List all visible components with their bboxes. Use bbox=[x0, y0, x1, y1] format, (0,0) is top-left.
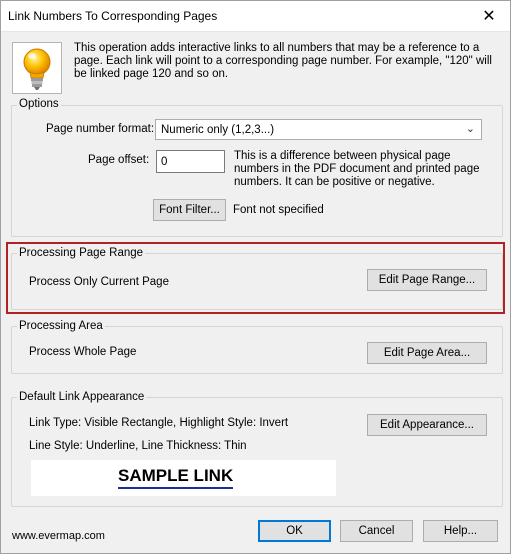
page-offset-help-text: This is a difference between physical pa… bbox=[234, 150, 480, 188]
font-status-text: Font not specified bbox=[233, 204, 324, 216]
lightbulb-icon bbox=[23, 48, 51, 90]
edit-page-area-button[interactable]: Edit Page Area... bbox=[367, 342, 487, 364]
window-title: Link Numbers To Corresponding Pages bbox=[8, 9, 218, 23]
edit-appearance-button[interactable]: Edit Appearance... bbox=[367, 414, 487, 436]
ok-button[interactable]: OK bbox=[258, 520, 331, 542]
options-group-label: Options bbox=[17, 98, 61, 110]
page-number-format-dropdown[interactable]: Numeric only (1,2,3...) ⌄ bbox=[155, 119, 482, 140]
highlight-rectangle bbox=[6, 242, 505, 314]
lightbulb-icon-frame bbox=[12, 42, 62, 94]
website-link[interactable]: www.evermap.com bbox=[12, 530, 105, 542]
title-bar: Link Numbers To Corresponding Pages ✕ bbox=[0, 0, 511, 32]
sample-link-text: SAMPLE LINK bbox=[118, 466, 234, 489]
cancel-button[interactable]: Cancel bbox=[340, 520, 413, 542]
page-number-format-label: Page number format: bbox=[46, 123, 155, 135]
chevron-down-icon: ⌄ bbox=[465, 123, 475, 135]
page-offset-label: Page offset: bbox=[88, 154, 150, 166]
font-filter-button[interactable]: Font Filter... bbox=[153, 199, 226, 221]
page-offset-value: 0 bbox=[161, 155, 168, 168]
page-offset-input[interactable]: 0 bbox=[156, 150, 225, 173]
processing-area-label: Processing Area bbox=[17, 320, 105, 332]
close-button[interactable]: ✕ bbox=[467, 0, 511, 31]
intro-text: This operation adds interactive links to… bbox=[74, 42, 492, 80]
processing-area-value: Process Whole Page bbox=[29, 346, 137, 358]
line-style-text: Line Style: Underline, Line Thickness: T… bbox=[29, 440, 247, 452]
default-link-appearance-label: Default Link Appearance bbox=[17, 391, 147, 403]
page-number-format-value: Numeric only (1,2,3...) bbox=[161, 123, 275, 136]
link-type-text: Link Type: Visible Rectangle, Highlight … bbox=[29, 417, 289, 429]
help-button[interactable]: Help... bbox=[423, 520, 498, 542]
close-icon: ✕ bbox=[482, 7, 496, 25]
